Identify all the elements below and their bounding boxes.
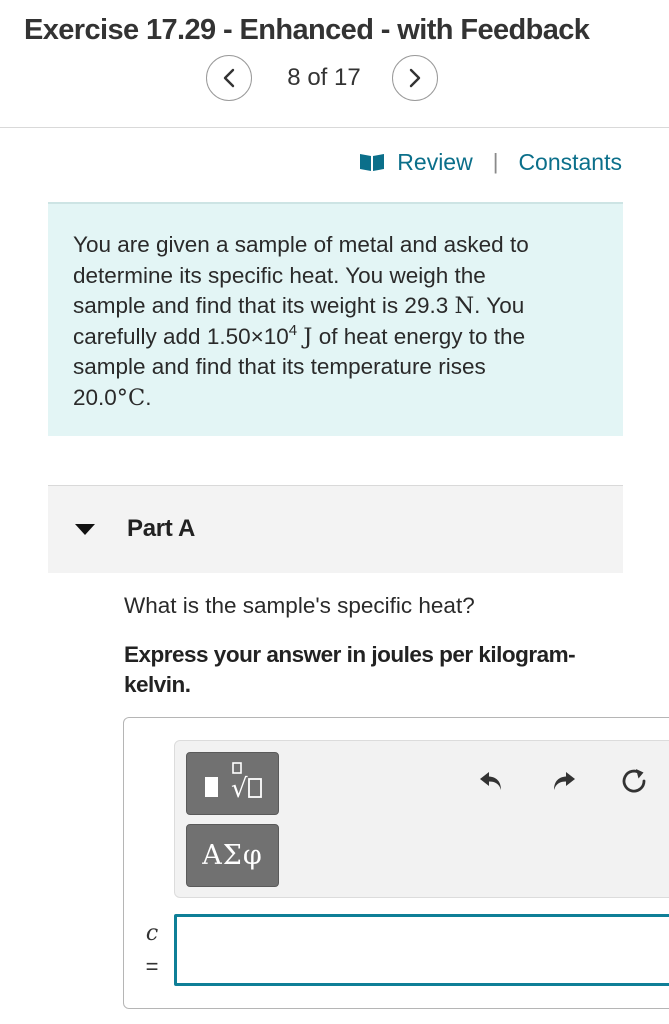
chevron-right-icon [409,68,421,88]
problem-line: You are given a sample of metal and aske… [73,232,529,257]
redo-button[interactable] [546,764,580,798]
problem-text: carefully add 1.50×10 [73,323,289,349]
unit-celsius: °C [116,384,146,411]
equals-label: = [145,954,159,979]
part-a-header[interactable]: Part A [48,485,623,573]
templates-radical-icon: √ [204,761,262,804]
part-title: Part A [127,515,195,542]
problem-line: sample and find that its weight is 29.3 … [73,291,603,322]
constants-link[interactable]: Constants [518,149,622,176]
answer-instruction: Express your answer in joules per kilogr… [124,642,576,697]
problem-line: determine its specific heat. You weigh t… [73,262,486,288]
temperature-value: 20.0 [73,384,117,410]
problem-text: . [145,384,152,410]
exercise-title: Exercise 17.29 - Enhanced - with Feedbac… [24,14,590,46]
reset-icon [622,769,646,793]
problem-line: sample and find that its temperature ris… [73,354,486,379]
caret-down-icon[interactable] [75,524,95,535]
symbols-button[interactable]: ΑΣφ [186,824,279,887]
problem-statement: You are given a sample of metal and aske… [48,202,623,436]
problem-line: carefully add 1.50×104 J of heat energy … [73,322,603,353]
resource-links: Review | Constants [359,147,622,177]
pager-position: 8 of 17 [287,64,361,91]
answer-area: √ ΑΣφ c = [123,717,669,1009]
svg-text:√: √ [231,774,248,804]
pager: 8 of 17 [0,55,669,101]
undo-button[interactable] [475,764,509,798]
exponent: 4 [288,321,298,339]
unit-newton: N [454,293,475,319]
chevron-left-icon [223,68,235,88]
question-text: What is the sample's specific heat? [124,593,475,618]
reset-button[interactable] [617,764,651,798]
math-toolbar: √ ΑΣφ [174,740,669,898]
problem-text: of heat energy to the [312,323,526,349]
exercise-header: Exercise 17.29 - Enhanced - with Feedbac… [0,0,669,128]
problem-text: . You [474,293,525,318]
book-icon [360,154,385,171]
previous-button[interactable] [206,55,252,101]
problem-line: 20.0°C. [73,383,603,414]
templates-button[interactable]: √ [186,752,279,815]
problem-text: sample and find that its weight is 29.3 [73,293,455,318]
answer-input[interactable] [174,914,669,986]
undo-icon [480,772,501,790]
next-button[interactable] [392,55,438,101]
review-link[interactable]: Review [397,149,472,176]
variable-label: c [145,921,159,946]
link-separator: | [492,149,499,174]
redo-icon [554,772,575,790]
